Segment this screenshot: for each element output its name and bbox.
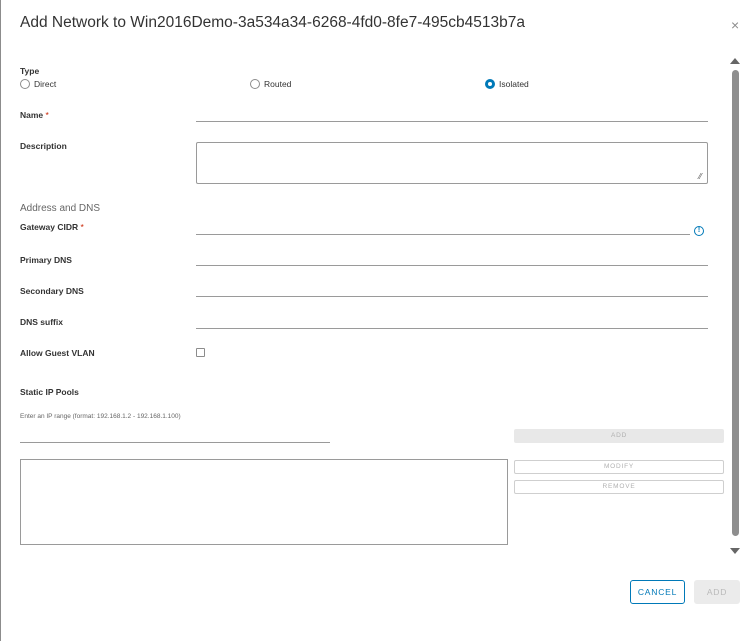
cancel-button[interactable]: CANCEL — [630, 580, 685, 604]
address-dns-section-title: Address and DNS — [20, 203, 101, 214]
required-mark: * — [45, 110, 49, 120]
secondary-dns-label: Secondary DNS — [20, 286, 84, 296]
gateway-cidr-label-text: Gateway CIDR — [20, 222, 79, 232]
ip-range-input[interactable] — [20, 429, 330, 443]
dns-suffix-label: DNS suffix — [20, 317, 63, 327]
radio-routed-icon[interactable] — [250, 79, 260, 89]
ip-pool-list[interactable] — [20, 459, 508, 545]
radio-direct-label: Direct — [34, 79, 57, 89]
primary-dns-input[interactable] — [196, 252, 708, 266]
modify-ip-range-button[interactable]: MODIFY — [514, 460, 724, 474]
resize-grip-icon[interactable]: ⁄⁄ — [699, 172, 702, 181]
radio-direct[interactable]: Direct — [20, 79, 56, 89]
radio-isolated-label: Isolated — [499, 79, 529, 89]
primary-dns-label: Primary DNS — [20, 255, 72, 265]
static-ip-pools-label: Static IP Pools — [20, 387, 79, 397]
radio-isolated[interactable]: Isolated — [485, 79, 529, 89]
radio-routed-label: Routed — [264, 79, 292, 89]
allow-guest-vlan-label: Allow Guest VLAN — [20, 348, 95, 358]
add-button[interactable]: ADD — [694, 580, 740, 604]
gateway-cidr-input[interactable] — [196, 221, 690, 235]
gateway-cidr-label: Gateway CIDR * — [20, 222, 84, 232]
allow-guest-vlan-checkbox[interactable] — [196, 348, 205, 357]
dns-suffix-input[interactable] — [196, 315, 708, 329]
scrollbar[interactable] — [730, 56, 740, 560]
radio-direct-icon[interactable] — [20, 79, 30, 89]
radio-isolated-icon[interactable] — [485, 79, 495, 89]
name-input[interactable] — [196, 108, 708, 122]
remove-ip-range-button[interactable]: REMOVE — [514, 480, 724, 494]
name-label: Name * — [20, 110, 49, 120]
description-textarea[interactable] — [196, 142, 708, 184]
scrollbar-thumb[interactable] — [731, 70, 739, 536]
close-icon[interactable]: × — [731, 17, 739, 33]
info-icon[interactable]: ! — [694, 226, 704, 236]
secondary-dns-input[interactable] — [196, 283, 708, 297]
scroll-down-icon[interactable] — [730, 548, 740, 554]
type-label: Type — [20, 66, 40, 76]
ip-range-hint: Enter an IP range (format: 192.168.1.2 -… — [20, 413, 181, 420]
add-ip-range-button[interactable]: ADD — [514, 429, 724, 443]
scroll-up-icon[interactable] — [730, 58, 740, 64]
dialog-body: Type Direct Routed Isolated Name * Descr… — [0, 0, 730, 570]
description-label: Description — [20, 141, 67, 151]
required-mark: * — [80, 222, 84, 232]
radio-routed[interactable]: Routed — [250, 79, 291, 89]
name-label-text: Name — [20, 110, 44, 120]
